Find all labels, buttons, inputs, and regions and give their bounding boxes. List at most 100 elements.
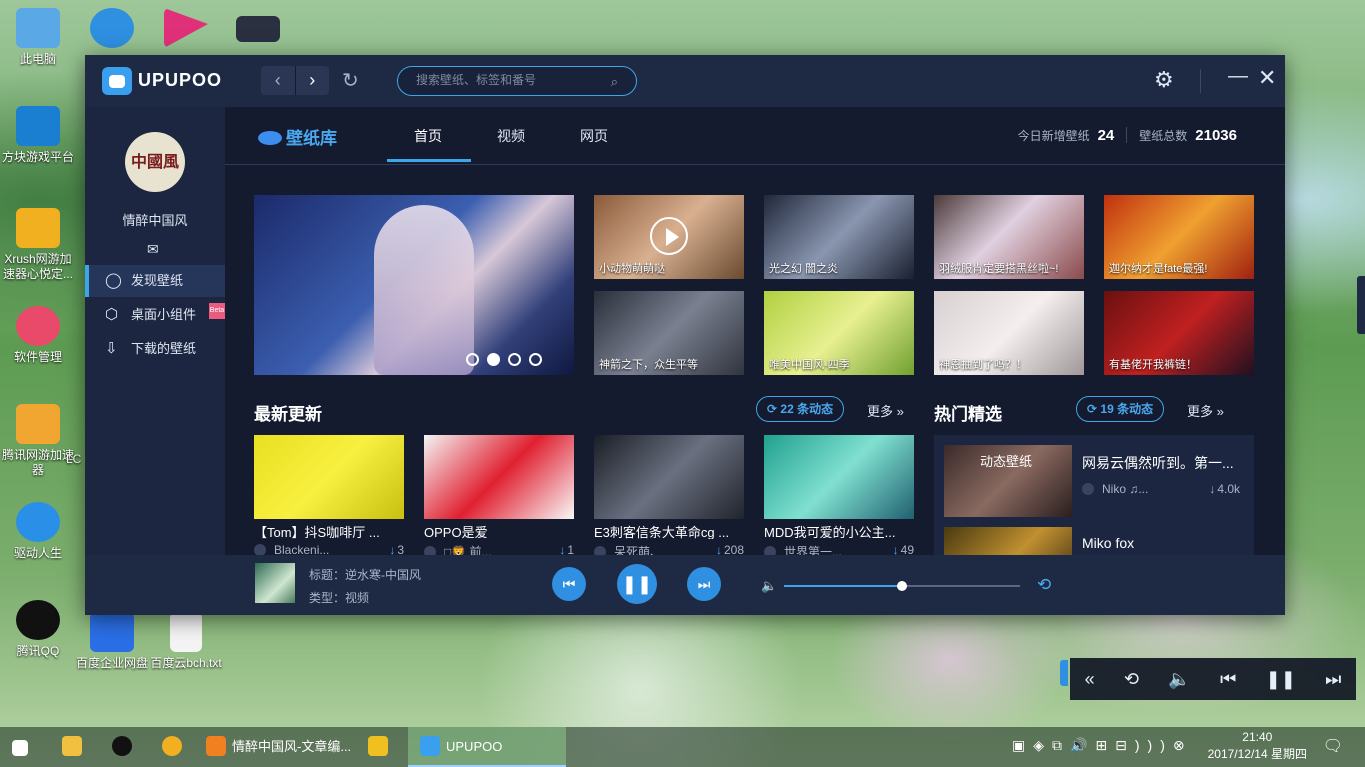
- loop-icon[interactable]: ⟲: [1037, 575, 1051, 595]
- taskbar-item-uc-browser[interactable]: 情醉中国风-文章编...: [206, 727, 351, 767]
- minimize-icon[interactable]: —: [1228, 65, 1248, 88]
- hot-panel: 动态壁纸 网易云偶然听到。第一... Niko ♫... 4.0k Miko fo…: [934, 435, 1254, 555]
- now-playing-thumbnail[interactable]: [255, 563, 295, 603]
- user-name[interactable]: 情醉中国风: [85, 210, 225, 229]
- card-thumbnail: [254, 435, 404, 519]
- latest-section-title: 最新更新: [254, 405, 322, 424]
- pause-button[interactable]: ❚❚: [617, 564, 657, 604]
- desktop-icon-software-manager[interactable]: 软件管理: [0, 306, 76, 365]
- paper-plane-icon: [164, 8, 208, 48]
- loop-icon[interactable]: ⟲: [1124, 669, 1139, 690]
- active-tab-indicator: [387, 159, 471, 162]
- volume-slider[interactable]: [784, 581, 1020, 591]
- sidebar-item-widgets[interactable]: ⬡ 桌面小组件 Beta: [85, 299, 225, 331]
- featured-thumbnail[interactable]: 小动物萌萌哒: [594, 195, 744, 279]
- tab-video[interactable]: 视频: [497, 126, 525, 146]
- featured-caption: 小动物萌萌哒: [599, 263, 665, 275]
- latest-more-link[interactable]: 更多 »: [867, 401, 904, 420]
- featured-thumbnail[interactable]: 羽绒服肯定要搭黑丝啦~!: [934, 195, 1084, 279]
- system-tray[interactable]: ▣◈⧉🔊⊞⊟)))⊗: [1012, 737, 1193, 754]
- desktop-icon-label: Xrush网游加速器心悦定...: [2, 252, 73, 281]
- banner-dot-active[interactable]: [487, 353, 500, 366]
- latest-card[interactable]: 【Tom】抖S咖啡厅 ...Blackeni...3: [254, 435, 404, 557]
- next-button[interactable]: ⏭: [687, 567, 721, 601]
- featured-caption: 羽绒服肯定要搭黑丝啦~!: [939, 263, 1059, 275]
- thumbnail-caption: 动态壁纸: [980, 454, 1033, 469]
- file-explorer-icon[interactable]: [62, 727, 88, 767]
- browser-icon[interactable]: [162, 727, 188, 767]
- card-title: E3刺客信条大革命cg ...: [594, 525, 730, 539]
- refresh-icon[interactable]: ↻: [342, 68, 359, 93]
- taskbar-clock[interactable]: 21:40 2017/12/14 星期四: [1208, 729, 1307, 763]
- banner-dot[interactable]: [466, 353, 479, 366]
- latest-card[interactable]: OPPO是爱□🦁 前...1: [424, 435, 574, 559]
- accelerator-icon: [16, 404, 60, 444]
- mini-player-handle[interactable]: [1060, 660, 1068, 686]
- total-label: 壁纸总数: [1139, 129, 1188, 143]
- sidebar-item-discover[interactable]: ◯ 发现壁纸: [85, 265, 225, 297]
- search-input[interactable]: [416, 73, 596, 87]
- featured-banner[interactable]: [254, 195, 574, 375]
- history-nav: ‹ ›: [261, 66, 329, 95]
- collapse-icon[interactable]: «: [1085, 669, 1095, 690]
- volume-icon[interactable]: 🔈: [1168, 669, 1190, 690]
- g-app-icon[interactable]: [368, 727, 394, 767]
- hot-updates-pill[interactable]: ⟳ 19 条动态: [1076, 396, 1165, 422]
- desktop-icon-baidu-txt[interactable]: 百度云bch.txt: [148, 612, 224, 671]
- search-icon[interactable]: ⌕: [611, 74, 618, 90]
- settings-gear-icon[interactable]: ⚙: [1154, 67, 1174, 93]
- hot-item-thumbnail: 动态壁纸: [944, 445, 1072, 517]
- featured-thumbnail[interactable]: 神恩抽到了吗？！: [934, 291, 1084, 375]
- avatar[interactable]: 中國風: [125, 132, 185, 192]
- banner-dot[interactable]: [529, 353, 542, 366]
- notification-icon[interactable]: 🗨: [1323, 736, 1343, 756]
- forward-arrow-icon[interactable]: ›: [294, 66, 330, 95]
- featured-thumbnail[interactable]: 神箭之下，众生平等: [594, 291, 744, 375]
- volume-knob[interactable]: [897, 581, 907, 591]
- taskbar-item-label: UPUPOO: [446, 739, 503, 754]
- tab-web[interactable]: 网页: [580, 126, 608, 146]
- desktop-icon-qq[interactable]: 腾讯QQ: [0, 600, 76, 659]
- desktop-scroll-handle[interactable]: [1357, 276, 1365, 334]
- latest-updates-pill[interactable]: ⟳ 22 条动态: [756, 396, 845, 422]
- desktop-icon-xrush[interactable]: Xrush网游加速器心悦定...: [0, 208, 76, 282]
- latest-card[interactable]: E3刺客信条大革命cg ...呆死萌、208: [594, 435, 744, 559]
- close-icon[interactable]: ✕: [1258, 65, 1276, 91]
- desktop-icon-arrow-app[interactable]: [148, 8, 224, 52]
- play-icon[interactable]: [650, 217, 688, 255]
- previous-button[interactable]: ⏮: [552, 567, 586, 601]
- desktop-icon-baidu-enterprise[interactable]: 百度企业网盘: [74, 612, 150, 671]
- mail-icon[interactable]: ✉: [147, 241, 159, 258]
- windows-start-icon[interactable]: [12, 727, 34, 767]
- taskbar: 情醉中国风-文章编... UPUPOO ▣◈⧉🔊⊞⊟)))⊗ 21:40 201…: [0, 727, 1365, 767]
- next-icon[interactable]: ⏭: [1325, 669, 1341, 690]
- today-new-label: 今日新增壁纸: [1017, 129, 1090, 143]
- desktop-icon-driver-life[interactable]: 驱动人生: [0, 502, 76, 561]
- desktop-icon-network[interactable]: [74, 8, 150, 52]
- back-arrow-icon[interactable]: ‹: [261, 66, 295, 95]
- taskbar-item-upupoo[interactable]: UPUPOO: [408, 727, 566, 767]
- desktop-icon-label: 百度企业网盘: [75, 656, 148, 670]
- qq-icon[interactable]: [112, 727, 138, 767]
- hot-more-link[interactable]: 更多 »: [1187, 401, 1224, 420]
- desktop-icon-this-pc[interactable]: 此电脑: [0, 8, 76, 67]
- desktop-icon-cube-game[interactable]: 方块游戏平台: [0, 106, 76, 165]
- pause-icon[interactable]: ❚❚: [1266, 669, 1296, 690]
- sidebar-item-downloads[interactable]: ⇩ 下载的壁纸: [85, 333, 225, 365]
- wallpaper-stats: 今日新增壁纸 24 壁纸总数 21036: [1018, 127, 1237, 144]
- featured-thumbnail[interactable]: 迦尔纳才是fate最强!: [1104, 195, 1254, 279]
- volume-icon[interactable]: 🔈: [761, 578, 777, 594]
- desktop-icon-tencent-accelerator[interactable]: 腾讯网游加速器: [0, 404, 76, 478]
- banner-dot[interactable]: [508, 353, 521, 366]
- featured-thumbnail[interactable]: 唯美中国风-四季: [764, 291, 914, 375]
- latest-card[interactable]: MDD我可爱的小公主...世界第一...49: [764, 435, 914, 559]
- desktop-icon-thumbnail[interactable]: [220, 16, 296, 46]
- stats-divider: [1126, 127, 1128, 143]
- previous-icon[interactable]: ⏮: [1220, 669, 1236, 690]
- uc-browser-icon: [206, 736, 226, 756]
- tab-home[interactable]: 首页: [414, 126, 442, 146]
- featured-thumbnail[interactable]: 有基佬开我裤链！: [1104, 291, 1254, 375]
- computer-icon: [16, 8, 60, 48]
- planet-logo-icon: [258, 131, 282, 145]
- featured-thumbnail[interactable]: 光之幻 闇之炎: [764, 195, 914, 279]
